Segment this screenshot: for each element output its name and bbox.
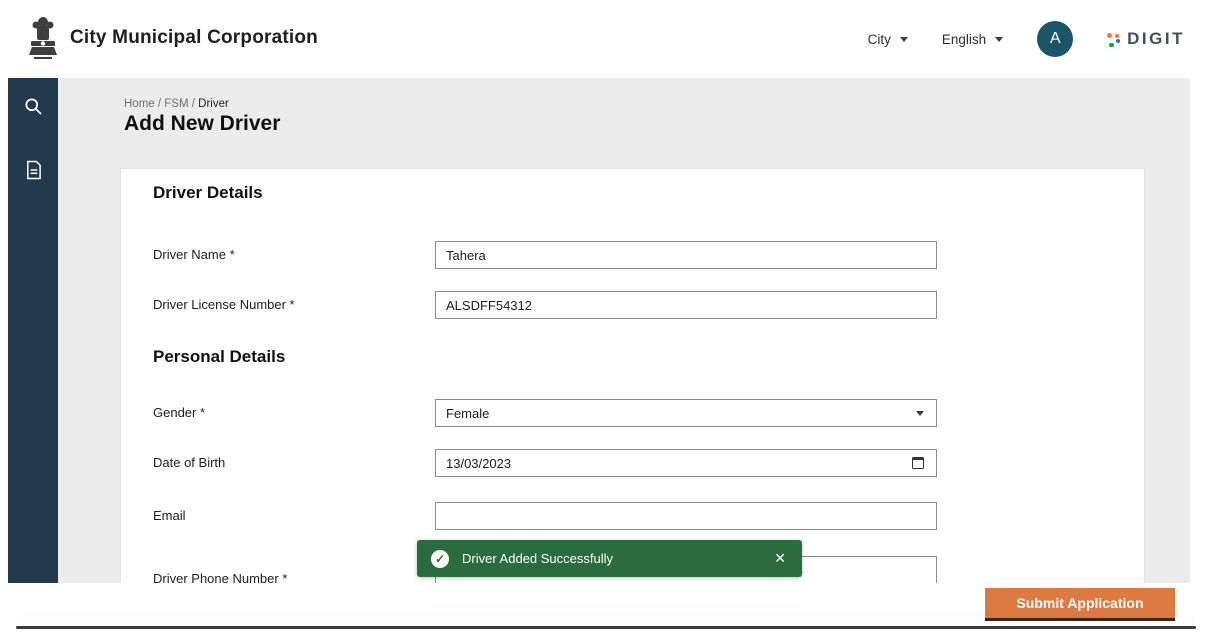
city-dropdown[interactable]: City [868, 32, 908, 47]
window-bottom-edge [16, 626, 1196, 629]
top-header: City Municipal Corporation City English … [0, 0, 1213, 78]
user-avatar[interactable]: A [1037, 21, 1074, 57]
chevron-down-icon [995, 36, 1004, 42]
digit-wordmark: DIGIT [1127, 29, 1185, 48]
driver-name-label: Driver Name * [153, 247, 235, 262]
sidebar-document-button[interactable] [18, 155, 48, 185]
calendar-icon [912, 457, 924, 469]
license-number-input[interactable] [435, 291, 937, 319]
digit-logo-mark [1107, 31, 1122, 48]
gender-selected-value: Female [446, 405, 490, 421]
breadcrumb-home[interactable]: Home [124, 98, 155, 110]
dob-label: Date of Birth [153, 455, 226, 470]
document-icon [26, 160, 41, 180]
left-sidebar [8, 78, 58, 583]
breadcrumb-separator: / [188, 98, 199, 110]
dob-value: 13/03/2023 [446, 455, 512, 471]
city-dropdown-label: City [867, 31, 891, 47]
toast-message: Driver Added Successfully [462, 551, 614, 566]
submit-application-button[interactable]: Submit Application [985, 588, 1175, 621]
section-title-driver-details: Driver Details [153, 183, 263, 202]
driver-name-input[interactable] [435, 241, 937, 269]
chevron-down-icon [916, 410, 924, 416]
success-toast: ✓ Driver Added Successfully ✕ [417, 540, 802, 577]
breadcrumb-separator: / [154, 98, 165, 110]
breadcrumb-fsm[interactable]: FSM [164, 98, 188, 110]
breadcrumb: Home / FSM / Driver [124, 98, 229, 110]
chevron-down-icon [899, 36, 908, 42]
phone-label: Driver Phone Number * [153, 571, 288, 583]
gender-label: Gender * [153, 405, 206, 420]
toast-close-icon[interactable]: ✕ [772, 550, 788, 567]
digit-logo: DIGIT [1107, 29, 1185, 49]
check-circle-icon: ✓ [431, 549, 449, 568]
org-title: City Municipal Corporation [70, 27, 318, 48]
search-icon [24, 97, 41, 114]
dob-date-input[interactable]: 13/03/2023 [435, 449, 937, 477]
language-dropdown-label: English [941, 31, 987, 47]
page-title: Add New Driver [124, 112, 281, 135]
national-emblem-icon [29, 17, 57, 59]
license-number-label: Driver License Number * [153, 297, 295, 312]
email-input[interactable] [435, 502, 937, 530]
header-controls: City English A DIGIT [868, 0, 1185, 78]
language-dropdown[interactable]: English [941, 31, 1004, 47]
driver-form-card: Driver Details Driver Name * Driver Lice… [120, 168, 1145, 583]
email-label: Email [153, 508, 186, 523]
breadcrumb-current: Driver [198, 98, 229, 110]
section-title-personal-details: Personal Details [153, 347, 286, 366]
main-content: Home / FSM / Driver Add New Driver Drive… [58, 78, 1190, 583]
app-window: City Municipal Corporation City English … [0, 0, 1213, 639]
gender-select[interactable]: Female [435, 399, 937, 427]
sidebar-search-button[interactable] [18, 91, 48, 121]
